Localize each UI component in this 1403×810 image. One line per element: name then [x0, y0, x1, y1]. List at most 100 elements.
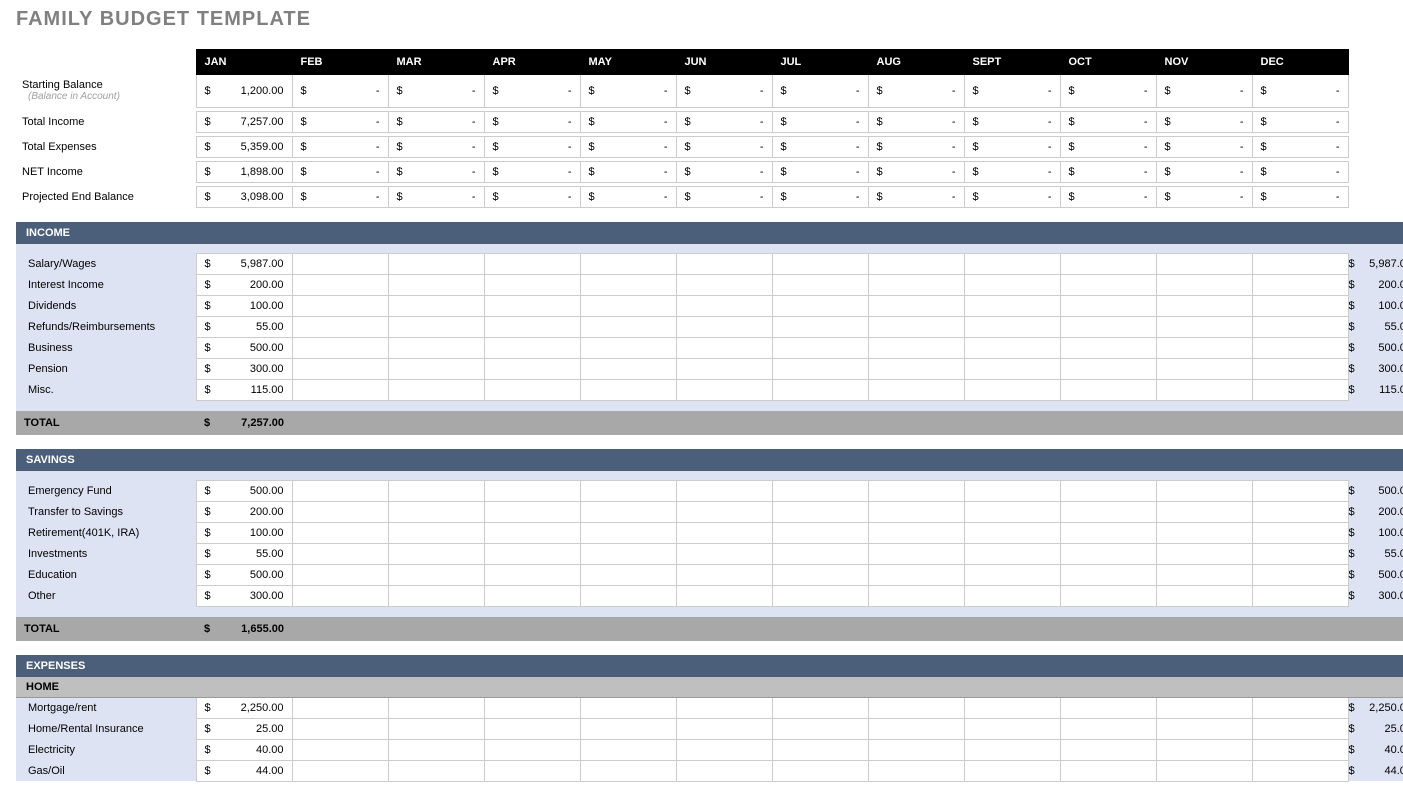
value-cell[interactable]	[676, 586, 772, 607]
value-cell[interactable]	[964, 760, 1060, 781]
value-cell[interactable]	[1156, 544, 1252, 565]
value-cell[interactable]: $-	[1060, 112, 1156, 133]
value-cell[interactable]	[772, 502, 868, 523]
value-cell[interactable]: $1,200.00	[196, 75, 292, 108]
value-cell[interactable]	[484, 760, 580, 781]
value-cell[interactable]	[292, 359, 388, 380]
value-cell[interactable]	[580, 697, 676, 718]
value-cell[interactable]	[580, 317, 676, 338]
value-cell[interactable]	[1060, 359, 1156, 380]
value-cell[interactable]	[388, 760, 484, 781]
value-cell[interactable]: $-	[772, 137, 868, 158]
value-cell[interactable]	[1060, 697, 1156, 718]
value-cell[interactable]: $55.00	[196, 317, 292, 338]
value-cell[interactable]	[1060, 338, 1156, 359]
value-cell[interactable]	[580, 718, 676, 739]
value-cell[interactable]	[676, 697, 772, 718]
value-cell[interactable]	[1060, 296, 1156, 317]
value-cell[interactable]	[676, 359, 772, 380]
value-cell[interactable]	[1060, 275, 1156, 296]
value-cell[interactable]	[484, 275, 580, 296]
value-cell[interactable]: $-	[676, 162, 772, 183]
value-cell[interactable]	[292, 338, 388, 359]
value-cell[interactable]	[676, 338, 772, 359]
value-cell[interactable]	[1156, 338, 1252, 359]
value-cell[interactable]	[292, 760, 388, 781]
value-cell[interactable]	[292, 523, 388, 544]
value-cell[interactable]	[868, 380, 964, 401]
value-cell[interactable]	[1060, 718, 1156, 739]
value-cell[interactable]	[676, 523, 772, 544]
value-cell[interactable]	[580, 565, 676, 586]
value-cell[interactable]: $-	[1156, 187, 1252, 208]
value-cell[interactable]	[1156, 254, 1252, 275]
value-cell[interactable]: $-	[1060, 75, 1156, 108]
value-cell[interactable]: $-	[772, 112, 868, 133]
value-cell[interactable]: $-	[580, 75, 676, 108]
value-cell[interactable]	[1156, 359, 1252, 380]
value-cell[interactable]	[388, 317, 484, 338]
value-cell[interactable]	[964, 586, 1060, 607]
value-cell[interactable]	[1156, 739, 1252, 760]
value-cell[interactable]	[580, 275, 676, 296]
value-cell[interactable]	[868, 275, 964, 296]
value-cell[interactable]	[292, 544, 388, 565]
value-cell[interactable]	[484, 697, 580, 718]
value-cell[interactable]	[1060, 544, 1156, 565]
value-cell[interactable]: $-	[388, 137, 484, 158]
value-cell[interactable]	[964, 502, 1060, 523]
value-cell[interactable]: $200.00	[196, 275, 292, 296]
value-cell[interactable]: $-	[1156, 75, 1252, 108]
value-cell[interactable]	[772, 739, 868, 760]
value-cell[interactable]: $-	[964, 75, 1060, 108]
value-cell[interactable]	[676, 565, 772, 586]
value-cell[interactable]: $300.00	[196, 586, 292, 607]
value-cell[interactable]	[388, 565, 484, 586]
value-cell[interactable]	[292, 586, 388, 607]
value-cell[interactable]	[868, 523, 964, 544]
value-cell[interactable]	[1060, 565, 1156, 586]
value-cell[interactable]: $-	[1060, 137, 1156, 158]
value-cell[interactable]: $1,898.00	[196, 162, 292, 183]
value-cell[interactable]: $-	[772, 75, 868, 108]
value-cell[interactable]	[1156, 275, 1252, 296]
value-cell[interactable]	[484, 359, 580, 380]
value-cell[interactable]	[676, 760, 772, 781]
value-cell[interactable]	[676, 502, 772, 523]
value-cell[interactable]	[484, 338, 580, 359]
value-cell[interactable]	[388, 275, 484, 296]
value-cell[interactable]	[772, 359, 868, 380]
value-cell[interactable]: $-	[484, 162, 580, 183]
value-cell[interactable]: $-	[388, 75, 484, 108]
value-cell[interactable]	[484, 254, 580, 275]
value-cell[interactable]	[1156, 380, 1252, 401]
value-cell[interactable]	[1156, 718, 1252, 739]
value-cell[interactable]	[964, 254, 1060, 275]
value-cell[interactable]	[868, 338, 964, 359]
value-cell[interactable]	[1252, 586, 1348, 607]
value-cell[interactable]	[1252, 254, 1348, 275]
value-cell[interactable]	[868, 544, 964, 565]
value-cell[interactable]	[772, 338, 868, 359]
value-cell[interactable]	[1252, 481, 1348, 502]
value-cell[interactable]	[868, 586, 964, 607]
value-cell[interactable]: $-	[388, 112, 484, 133]
value-cell[interactable]	[388, 481, 484, 502]
value-cell[interactable]: $-	[676, 187, 772, 208]
value-cell[interactable]	[964, 565, 1060, 586]
value-cell[interactable]	[388, 502, 484, 523]
value-cell[interactable]: $-	[484, 75, 580, 108]
value-cell[interactable]: $-	[1156, 112, 1252, 133]
value-cell[interactable]	[1156, 481, 1252, 502]
value-cell[interactable]	[580, 338, 676, 359]
value-cell[interactable]	[676, 254, 772, 275]
value-cell[interactable]	[1156, 565, 1252, 586]
value-cell[interactable]: $55.00	[196, 544, 292, 565]
value-cell[interactable]	[292, 502, 388, 523]
value-cell[interactable]	[388, 718, 484, 739]
value-cell[interactable]	[388, 523, 484, 544]
value-cell[interactable]: $-	[580, 162, 676, 183]
value-cell[interactable]	[484, 380, 580, 401]
value-cell[interactable]: $-	[772, 187, 868, 208]
value-cell[interactable]	[868, 359, 964, 380]
